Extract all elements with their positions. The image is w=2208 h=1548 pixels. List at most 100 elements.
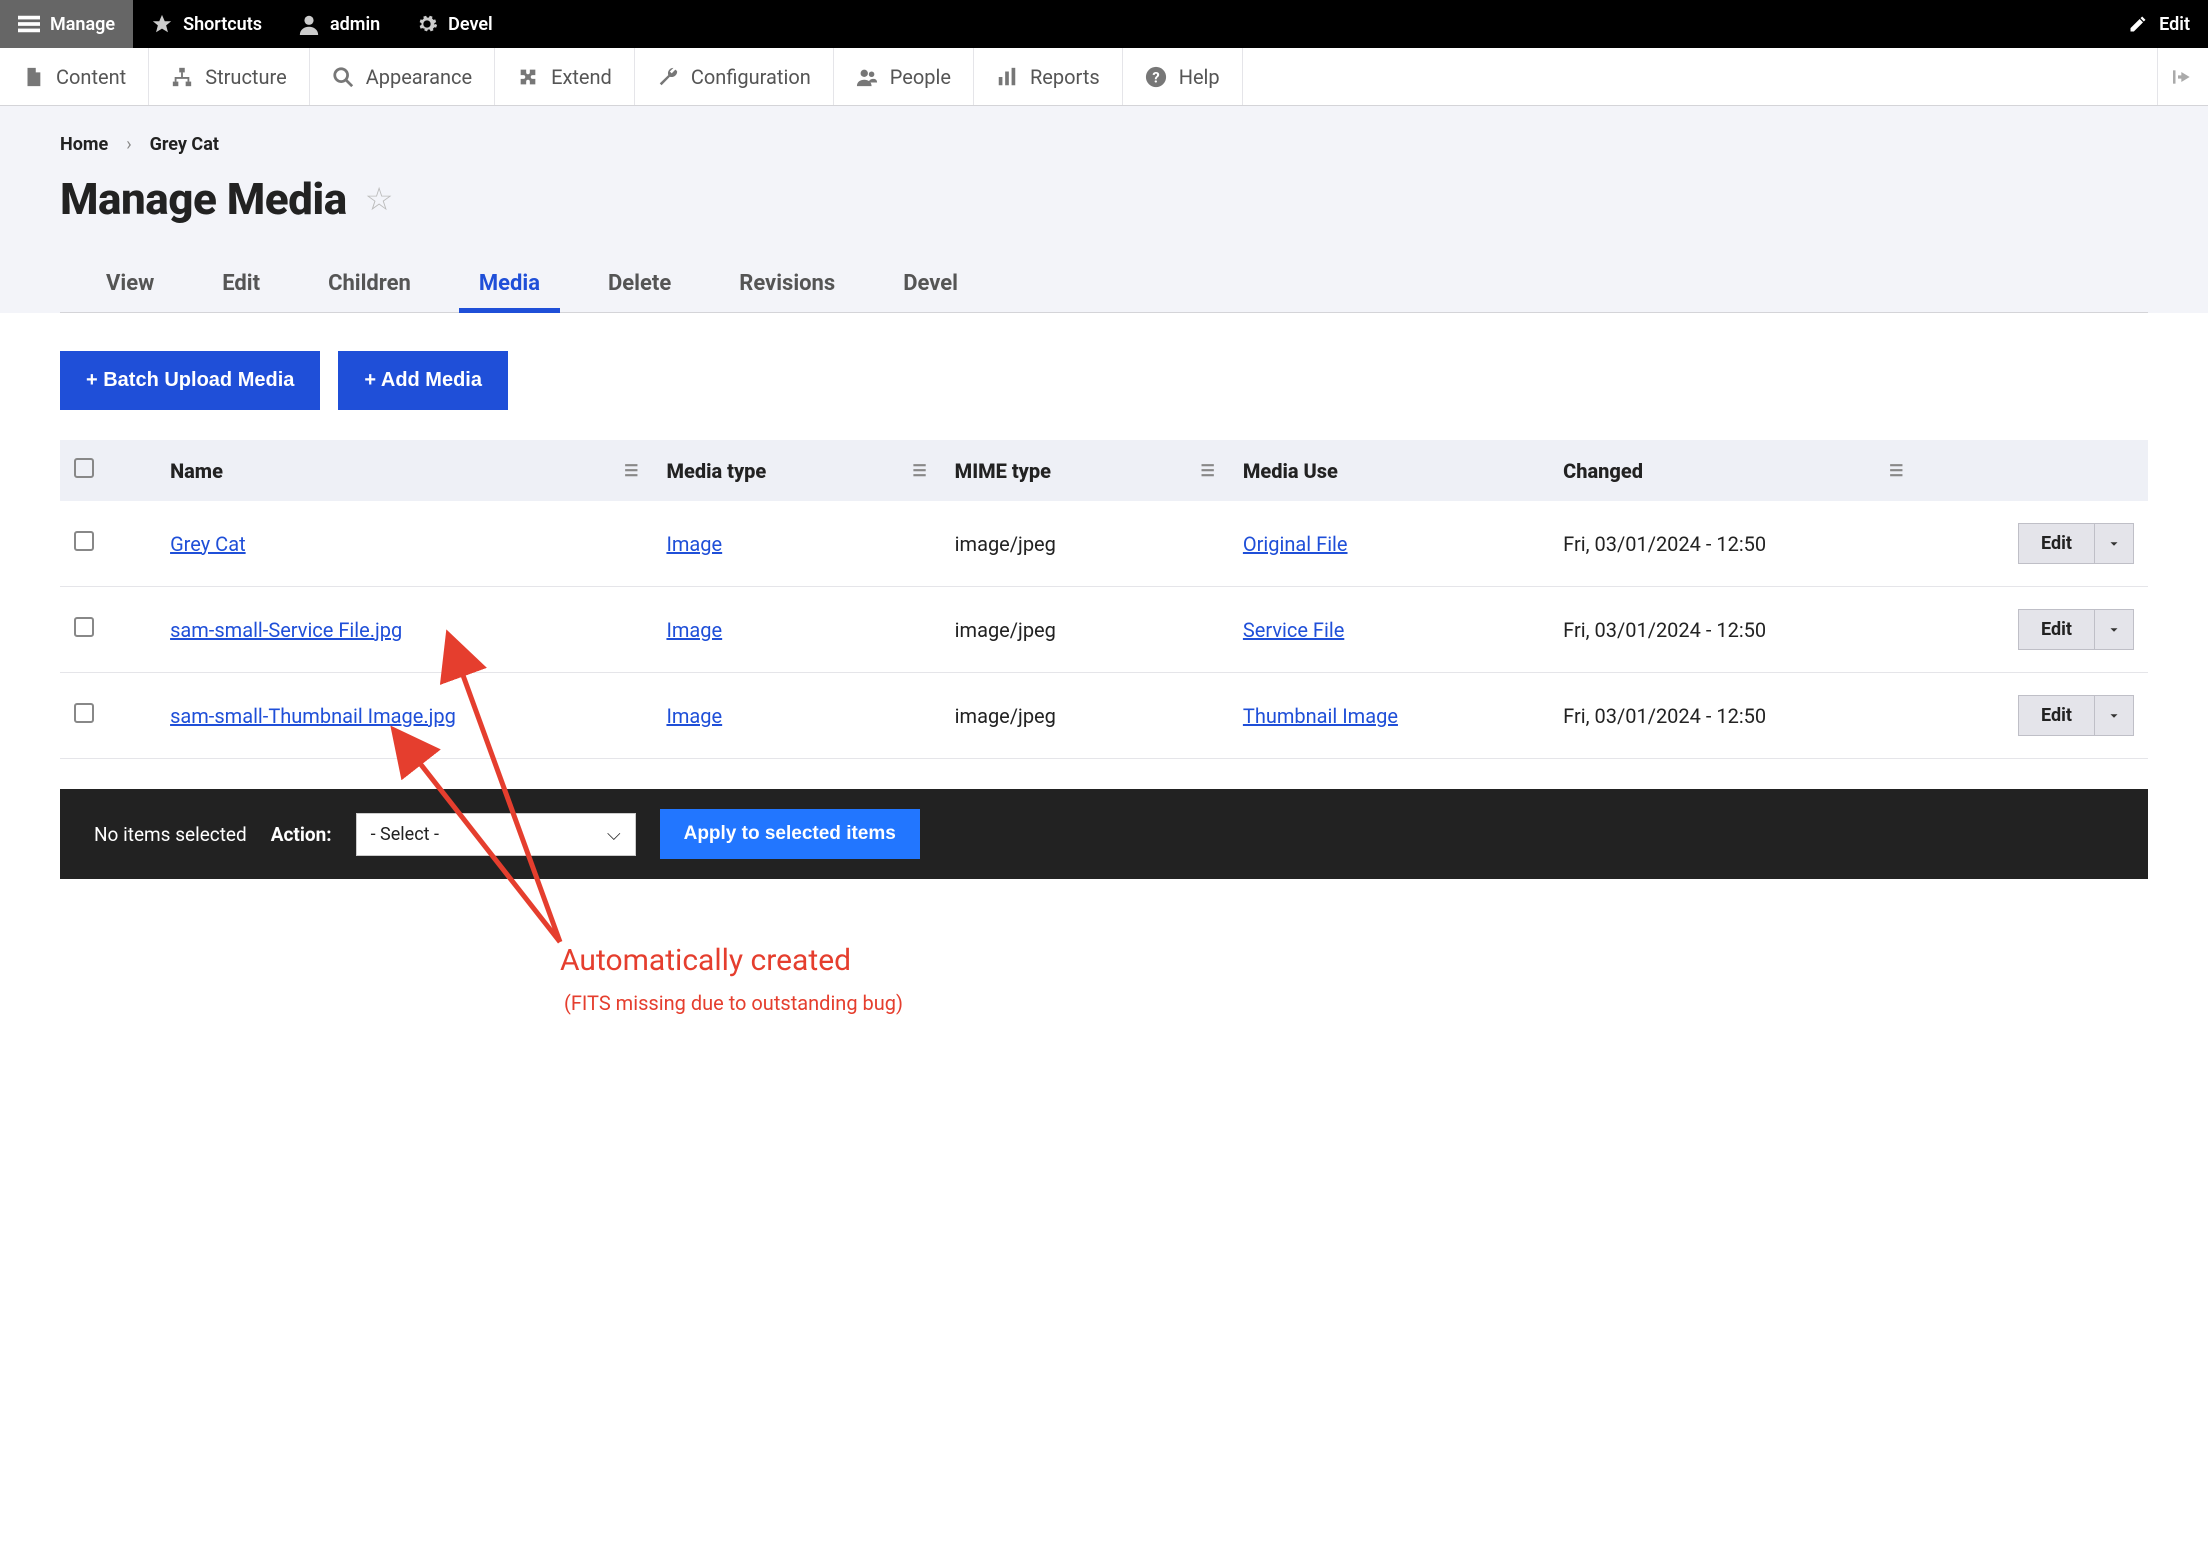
bulk-status: No items selected bbox=[94, 823, 247, 846]
admin-help[interactable]: ? Help bbox=[1123, 48, 1243, 105]
sort-icon[interactable]: ☰ bbox=[1201, 461, 1215, 480]
admin-people[interactable]: People bbox=[834, 48, 974, 105]
admin-content-label: Content bbox=[56, 65, 126, 89]
tab-edit[interactable]: Edit bbox=[216, 261, 266, 312]
annotation-sub-text: (FITS missing due to outstanding bug) bbox=[564, 991, 903, 1015]
table-row: sam-small-Thumbnail Image.jpgImageimage/… bbox=[60, 673, 2148, 759]
row-ops-button[interactable]: Edit bbox=[2018, 695, 2134, 736]
local-tabs: View Edit Children Media Delete Revision… bbox=[60, 261, 2148, 313]
toolbar-edit[interactable]: Edit bbox=[2109, 0, 2208, 48]
chevron-right-icon: › bbox=[126, 134, 131, 155]
admin-content[interactable]: Content bbox=[0, 48, 149, 105]
tab-revisions[interactable]: Revisions bbox=[733, 261, 841, 312]
row-media-type-link[interactable]: Image bbox=[666, 704, 722, 728]
admin-configuration-label: Configuration bbox=[691, 65, 811, 89]
svg-text:?: ? bbox=[1152, 68, 1159, 86]
header-region: Home › Grey Cat Manage Media ☆ View Edit… bbox=[0, 106, 2208, 313]
row-checkbox[interactable] bbox=[74, 617, 94, 637]
admin-collapse[interactable] bbox=[2157, 48, 2208, 105]
row-media-type-link[interactable]: Image bbox=[666, 532, 722, 556]
admin-people-label: People bbox=[890, 65, 951, 89]
collapse-icon bbox=[2172, 66, 2194, 88]
batch-upload-button[interactable]: + Batch Upload Media bbox=[60, 351, 320, 410]
admin-reports-label: Reports bbox=[1030, 65, 1100, 89]
row-ops-dropdown[interactable] bbox=[2094, 696, 2133, 735]
user-icon bbox=[298, 13, 320, 35]
row-changed: Fri, 03/01/2024 - 12:50 bbox=[1549, 673, 1917, 759]
tab-delete[interactable]: Delete bbox=[602, 261, 677, 312]
sitemap-icon bbox=[171, 66, 193, 88]
tab-media[interactable]: Media bbox=[473, 261, 546, 312]
row-media-use-link[interactable]: Original File bbox=[1243, 532, 1348, 556]
col-name[interactable]: Name bbox=[170, 459, 223, 483]
row-ops-label: Edit bbox=[2019, 610, 2094, 649]
sort-icon[interactable]: ☰ bbox=[624, 461, 638, 480]
col-media-use[interactable]: Media Use bbox=[1243, 459, 1338, 483]
breadcrumb: Home › Grey Cat bbox=[60, 134, 2148, 155]
row-checkbox[interactable] bbox=[74, 703, 94, 723]
col-changed[interactable]: Changed bbox=[1563, 459, 1643, 483]
chevron-down-icon: ⌵ bbox=[607, 824, 621, 845]
row-ops-button[interactable]: Edit bbox=[2018, 609, 2134, 650]
action-buttons: + Batch Upload Media + Add Media bbox=[0, 313, 2208, 440]
sort-icon[interactable]: ☰ bbox=[1889, 461, 1903, 480]
tab-devel[interactable]: Devel bbox=[897, 261, 964, 312]
col-media-type[interactable]: Media type bbox=[666, 459, 766, 483]
row-media-use-link[interactable]: Service File bbox=[1243, 618, 1344, 642]
row-changed: Fri, 03/01/2024 - 12:50 bbox=[1549, 587, 1917, 673]
col-mime-type[interactable]: MIME type bbox=[955, 459, 1051, 483]
people-icon bbox=[856, 66, 878, 88]
admin-appearance[interactable]: Appearance bbox=[310, 48, 495, 105]
tab-children[interactable]: Children bbox=[322, 261, 417, 312]
sort-icon[interactable]: ☰ bbox=[912, 461, 926, 480]
row-ops-dropdown[interactable] bbox=[2094, 524, 2133, 563]
toolbar-manage[interactable]: Manage bbox=[0, 0, 133, 48]
toolbar-manage-label: Manage bbox=[50, 14, 115, 35]
row-name-link[interactable]: sam-small-Service File.jpg bbox=[170, 618, 402, 642]
star-icon bbox=[151, 13, 173, 35]
row-media-use-link[interactable]: Thumbnail Image bbox=[1243, 704, 1398, 728]
admin-structure[interactable]: Structure bbox=[149, 48, 309, 105]
page-title: Manage Media bbox=[60, 173, 347, 225]
toolbar-shortcuts[interactable]: Shortcuts bbox=[133, 0, 280, 48]
row-ops-dropdown[interactable] bbox=[2094, 610, 2133, 649]
bulk-actions-bar: No items selected Action: - Select - ⌵ A… bbox=[60, 789, 2148, 879]
toolbar-devel-label: Devel bbox=[448, 14, 493, 35]
toolbar-user[interactable]: admin bbox=[280, 0, 398, 48]
row-name-link[interactable]: Grey Cat bbox=[170, 532, 246, 556]
admin-appearance-label: Appearance bbox=[366, 65, 472, 89]
toolbar-devel[interactable]: Devel bbox=[398, 0, 511, 48]
row-mime-type: image/jpeg bbox=[941, 501, 1229, 587]
bulk-action-select[interactable]: - Select - ⌵ bbox=[356, 813, 636, 856]
row-checkbox[interactable] bbox=[74, 531, 94, 551]
admin-extend[interactable]: Extend bbox=[495, 48, 635, 105]
toolbar-edit-label: Edit bbox=[2159, 14, 2190, 35]
magnifier-icon bbox=[332, 66, 354, 88]
help-icon: ? bbox=[1145, 66, 1167, 88]
breadcrumb-current[interactable]: Grey Cat bbox=[150, 134, 219, 155]
admin-structure-label: Structure bbox=[205, 65, 286, 89]
chart-icon bbox=[996, 66, 1018, 88]
table-row: Grey Cat Image image/jpeg Original File Fri,… bbox=[60, 501, 2148, 587]
row-ops-label: Edit bbox=[2019, 696, 2094, 735]
add-media-button[interactable]: + Add Media bbox=[338, 351, 508, 410]
pencil-icon bbox=[2127, 13, 2149, 35]
select-all-checkbox[interactable] bbox=[74, 458, 94, 478]
toolbar-shortcuts-label: Shortcuts bbox=[183, 14, 262, 35]
row-changed: Fri, 03/01/2024 - 12:50 bbox=[1549, 501, 1917, 587]
breadcrumb-home[interactable]: Home bbox=[60, 134, 108, 155]
document-icon bbox=[22, 66, 44, 88]
row-ops-button[interactable]: Edit bbox=[2018, 523, 2134, 564]
favorite-star-icon[interactable]: ☆ bbox=[365, 180, 394, 218]
admin-configuration[interactable]: Configuration bbox=[635, 48, 834, 105]
media-table: Name ☰ Media type ☰ MIME type ☰ Media Use C… bbox=[60, 440, 2148, 759]
wrench-icon bbox=[657, 66, 679, 88]
row-name-link[interactable]: sam-small-Thumbnail Image.jpg bbox=[170, 704, 456, 728]
admin-reports[interactable]: Reports bbox=[974, 48, 1123, 105]
admin-menu: Content Structure Appearance Extend Conf… bbox=[0, 48, 2208, 106]
toolbar-user-label: admin bbox=[330, 14, 380, 35]
bulk-select-value: - Select - bbox=[371, 824, 439, 845]
row-media-type-link[interactable]: Image bbox=[666, 618, 722, 642]
bulk-apply-button[interactable]: Apply to selected items bbox=[660, 809, 920, 859]
tab-view[interactable]: View bbox=[100, 261, 160, 312]
